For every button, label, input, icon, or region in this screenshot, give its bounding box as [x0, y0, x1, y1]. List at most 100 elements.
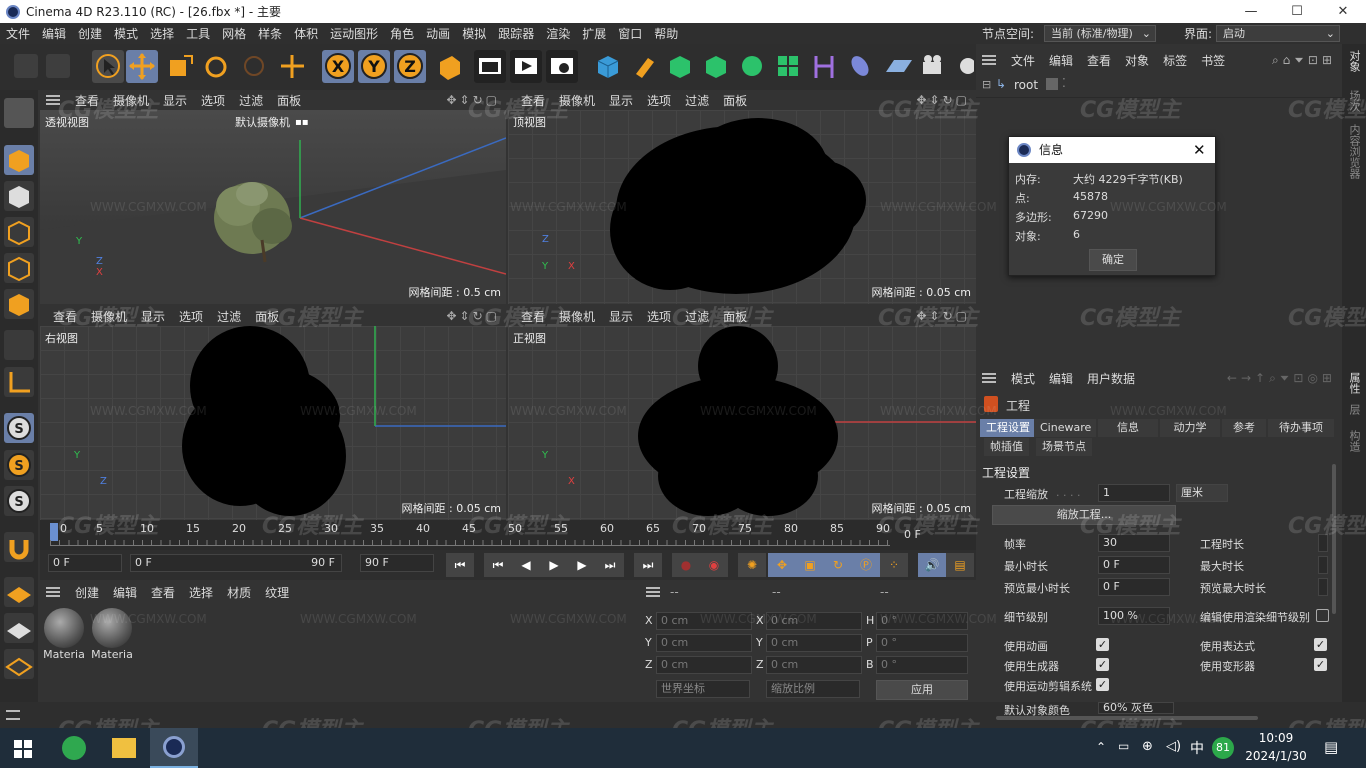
clock-date[interactable]: 2024/1/30 — [1236, 749, 1316, 763]
side-tab-structure[interactable]: 构造 — [1346, 430, 1362, 452]
light-object-button[interactable] — [954, 50, 976, 83]
subdivision-surface-button[interactable] — [664, 50, 696, 83]
close-icon[interactable]: ✕ — [1193, 141, 1206, 159]
vp-menu-panel[interactable]: 面板 — [716, 92, 754, 109]
use-generators-checkbox[interactable]: ✓ — [1096, 658, 1109, 671]
vp-menu-camera[interactable]: 摄像机 — [552, 308, 602, 325]
viewport-nav-icons[interactable]: ✥⇕↻▢ — [916, 93, 970, 107]
tray-volume-icon[interactable]: ◁) — [1166, 739, 1181, 754]
menu-tracker[interactable]: 跟踪器 — [492, 25, 540, 42]
pla-key-icon[interactable]: ⁘ — [880, 553, 908, 577]
viewport-canvas[interactable] — [40, 326, 506, 520]
attr-horizontal-scrollbar[interactable] — [996, 716, 1258, 720]
min-time-field[interactable]: 0 F — [1098, 556, 1170, 574]
magnet-icon[interactable] — [4, 532, 34, 562]
world-coordinates-dropdown[interactable]: 世界坐标 — [656, 680, 750, 698]
end-frame-field[interactable]: 90 F — [360, 554, 434, 572]
menu-mesh[interactable]: 网格 — [216, 25, 252, 42]
field-button[interactable] — [844, 50, 876, 83]
goto-start-icon[interactable]: ⏮ — [446, 553, 474, 577]
preview-max-field[interactable] — [1318, 578, 1328, 596]
root-row[interactable]: ⊟ ↳ root ⁚ — [976, 74, 1342, 98]
cube-object-button[interactable] — [592, 50, 624, 83]
hamburger-icon[interactable] — [982, 55, 996, 65]
vp-menu-display[interactable]: 显示 — [134, 308, 172, 325]
deformer-button[interactable] — [808, 50, 840, 83]
preview-min-field[interactable]: 0 F — [1098, 578, 1170, 596]
coord-size-x[interactable]: 0 cm — [766, 612, 862, 630]
vp-menu-filter[interactable]: 过滤 — [678, 92, 716, 109]
ime-indicator[interactable]: 中 — [1190, 738, 1204, 758]
vp-menu-view[interactable]: 查看 — [514, 92, 552, 109]
transform-tool-button[interactable] — [276, 50, 308, 83]
vp-menu-options[interactable]: 选项 — [640, 92, 678, 109]
menu-help[interactable]: 帮助 — [648, 25, 684, 42]
next-key-icon[interactable]: ⏭ — [596, 553, 624, 577]
ok-button[interactable]: 确定 — [1089, 249, 1137, 271]
visibility-dots-icon[interactable]: ⁚ — [1062, 76, 1066, 90]
tray-chevron-up-icon[interactable]: ⌃ — [1096, 740, 1106, 754]
locked-workplane-icon[interactable] — [4, 613, 34, 643]
menu-volume[interactable]: 体积 — [288, 25, 324, 42]
menu-spline[interactable]: 样条 — [252, 25, 288, 42]
max-time-field[interactable] — [1318, 556, 1328, 574]
cloner-button[interactable] — [736, 50, 768, 83]
vp-menu-filter[interactable]: 过滤 — [678, 308, 716, 325]
uv-mode-icon[interactable] — [4, 330, 34, 360]
attr-menu-edit[interactable]: 编辑 — [1042, 370, 1080, 387]
next-frame-icon[interactable]: ▶ — [568, 553, 596, 577]
frame-range-slider[interactable]: 0 F 90 F — [130, 554, 342, 572]
expand-icon[interactable]: ⊟ — [982, 78, 991, 91]
polygons-mode-icon[interactable] — [4, 289, 34, 319]
rotation-key-icon[interactable]: ↻ — [824, 553, 852, 577]
menu-animate[interactable]: 动画 — [420, 25, 456, 42]
timeline-ruler[interactable]: 0 5 10 15 20 25 30 35 40 45 50 55 60 65 … — [40, 520, 976, 550]
coord-rot-h[interactable]: 0 ° — [876, 612, 968, 630]
render-lod-checkbox[interactable] — [1316, 609, 1329, 622]
obj-menu-object[interactable]: 对象 — [1118, 52, 1156, 69]
menu-create[interactable]: 创建 — [72, 25, 108, 42]
close-button[interactable]: ✕ — [1320, 0, 1366, 23]
vp-menu-camera[interactable]: 摄像机 — [84, 308, 134, 325]
vp-menu-display[interactable]: 显示 — [602, 308, 640, 325]
mat-menu-texture[interactable]: 纹理 — [258, 584, 296, 601]
model-mode-icon[interactable] — [4, 145, 34, 175]
edges-mode-icon[interactable] — [4, 253, 34, 283]
y-axis-lock-button[interactable]: Y — [358, 50, 390, 83]
viewport-nav-icons[interactable]: ✥⇕↻▢ — [446, 93, 500, 107]
menu-mode[interactable]: 模式 — [108, 25, 144, 42]
side-tab-content-browser[interactable]: 内容浏览器 — [1346, 124, 1362, 179]
tab-project-settings[interactable]: 工程设置 — [980, 419, 1036, 437]
make-editable-icon[interactable] — [4, 98, 34, 128]
coord-rot-b[interactable]: 0 ° — [876, 656, 968, 674]
side-tab-layers[interactable]: 层 — [1346, 404, 1362, 415]
x-axis-lock-button[interactable]: X — [322, 50, 354, 83]
attr-nav-icons[interactable]: ←→↑⌕⏷⊡◎⊞ — [1227, 371, 1336, 386]
recent-tool-button[interactable] — [238, 50, 270, 83]
vp-menu-view[interactable]: 查看 — [68, 92, 106, 109]
scale-mode-dropdown[interactable]: 缩放比例 — [766, 680, 860, 698]
floor-object-button[interactable] — [882, 50, 914, 83]
use-expressions-checkbox[interactable]: ✓ — [1314, 638, 1327, 651]
use-deformers-checkbox[interactable]: ✓ — [1314, 658, 1327, 671]
scale-tool-button[interactable] — [164, 50, 196, 83]
project-unit-dropdown[interactable]: 厘米 — [1176, 484, 1228, 502]
side-tab-attributes[interactable]: 属性 — [1346, 372, 1362, 394]
render-view-button[interactable] — [474, 50, 506, 83]
layer-icon[interactable] — [1046, 78, 1058, 90]
menu-file[interactable]: 文件 — [0, 25, 36, 42]
hamburger-icon[interactable] — [646, 587, 660, 597]
attr-menu-userdata[interactable]: 用户数据 — [1080, 370, 1142, 387]
render-settings-button[interactable] — [546, 50, 578, 83]
parameter-key-icon[interactable]: Ⓟ — [852, 553, 880, 577]
redo-icon[interactable] — [46, 54, 70, 78]
viewport-perspective[interactable]: 查看 摄像机 显示 选项 过滤 面板 ✥⇕↻▢ 透视视图 默认摄像机 ▪▪ 网格… — [40, 90, 506, 304]
camera-object-button[interactable] — [918, 50, 950, 83]
notification-icon[interactable]: ▤ — [1324, 738, 1338, 756]
move-tool-button[interactable] — [126, 50, 158, 83]
coord-size-y[interactable]: 0 cm — [766, 634, 862, 652]
vp-menu-panel[interactable]: 面板 — [270, 92, 308, 109]
goto-end-icon[interactable]: ⏭ — [634, 553, 662, 577]
material-thumbnail[interactable]: Materia — [42, 608, 86, 668]
mat-menu-create[interactable]: 创建 — [68, 584, 106, 601]
